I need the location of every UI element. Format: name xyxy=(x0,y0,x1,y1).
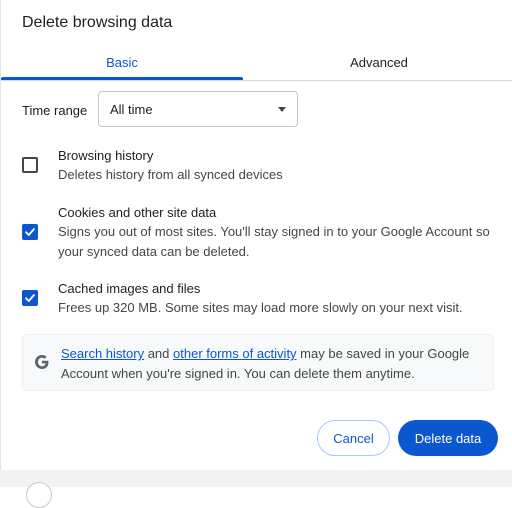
time-range-select[interactable]: All time xyxy=(98,91,298,127)
avatar xyxy=(26,482,52,508)
browsing-history-title: Browsing history xyxy=(58,148,154,163)
tab-advanced[interactable]: Advanced xyxy=(257,44,501,80)
notice-middle-text: and xyxy=(144,346,174,361)
delete-browsing-data-dialog: Delete browsing data Basic Advanced Time… xyxy=(0,0,512,470)
time-range-label: Time range xyxy=(22,103,88,118)
time-range-value: All time xyxy=(110,101,153,117)
cookies-description: Signs you out of most sites. You'll stay… xyxy=(58,224,490,259)
delete-data-button[interactable]: Delete data xyxy=(398,420,498,456)
dialog-title: Delete browsing data xyxy=(22,14,173,31)
browsing-history-checkbox[interactable] xyxy=(22,157,38,173)
cookies-title: Cookies and other site data xyxy=(58,205,217,220)
cached-images-description: Frees up 320 MB. Some sites may load mor… xyxy=(58,300,463,315)
tab-bar: Basic Advanced xyxy=(1,44,512,81)
tab-basic[interactable]: Basic xyxy=(1,44,243,80)
cancel-button[interactable]: Cancel xyxy=(317,420,390,456)
background-page-strip xyxy=(0,470,512,508)
cached-images-checkbox[interactable] xyxy=(22,290,38,306)
cached-images-title: Cached images and files xyxy=(58,281,201,296)
search-history-link[interactable]: Search history xyxy=(61,346,144,361)
browsing-history-description: Deletes history from all synced devices xyxy=(58,167,283,182)
account-activity-notice: Search history and other forms of activi… xyxy=(22,334,494,391)
dropdown-caret-icon xyxy=(278,107,286,112)
tab-selected-indicator xyxy=(1,77,243,80)
checkmark-icon xyxy=(25,294,35,302)
cookies-checkbox[interactable] xyxy=(22,224,38,240)
notice-text: Search history and other forms of activi… xyxy=(61,344,489,384)
checkmark-icon xyxy=(25,228,35,236)
google-g-icon xyxy=(35,355,49,369)
other-activity-link[interactable]: other forms of activity xyxy=(173,346,297,361)
